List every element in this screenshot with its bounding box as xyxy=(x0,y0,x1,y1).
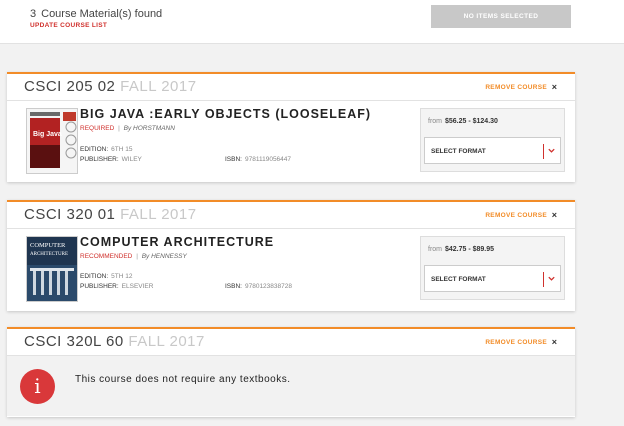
course-header: CSCI 320L 60 FALL 2017 REMOVE COURSE × xyxy=(7,329,575,356)
publisher-field: PUBLISHER: WILEY xyxy=(80,156,142,163)
book-title: BIG JAVA :EARLY OBJECTS (LOOSELEAF) xyxy=(80,107,372,121)
isbn-field: ISBN: 9780123838728 xyxy=(225,283,292,290)
isbn-value: 9780123838728 xyxy=(244,283,292,290)
course-term: FALL 2017 xyxy=(120,78,197,95)
book-item: COMPUTER ARCHITECTURE COMPUTER ARCHITECT… xyxy=(7,229,575,311)
select-format-dropdown[interactable]: SELECT FORMAT xyxy=(424,265,561,292)
book-item: Big Java BIG JAVA :EARLY OBJECTS (LOOSEL… xyxy=(7,101,575,183)
results-count-label: Course Material(s) found xyxy=(41,8,163,20)
isbn-label: ISBN: xyxy=(225,283,242,290)
publisher-label: PUBLISHER: xyxy=(80,283,119,290)
publisher-label: PUBLISHER: xyxy=(80,156,119,163)
requirement-line: REQUIRED | By HORSTMANN xyxy=(80,125,175,132)
isbn-label: ISBN: xyxy=(225,156,242,163)
cover-subtitle: ARCHITECTURE xyxy=(30,252,68,257)
publisher-value: ELSEVIER xyxy=(121,283,154,290)
publisher-field: PUBLISHER: ELSEVIER xyxy=(80,283,153,290)
edition-field: EDITION: 6TH 15 xyxy=(80,146,133,153)
price-prefix: from xyxy=(428,118,442,125)
results-header: 3 Course Material(s) found UPDATE COURSE … xyxy=(0,0,624,44)
close-icon[interactable]: × xyxy=(552,337,557,347)
price-range: from $42.75 - $89.95 xyxy=(428,246,494,253)
course-header: CSCI 205 02 FALL 2017 REMOVE COURSE × xyxy=(7,74,575,101)
dropdown-divider xyxy=(543,272,544,287)
info-icon: i xyxy=(20,369,55,404)
course-term: FALL 2017 xyxy=(120,206,197,223)
course-card: CSCI 320 01 FALL 2017 REMOVE COURSE × CO… xyxy=(7,200,575,311)
results-count-number: 3 xyxy=(30,8,37,20)
results-count: 3 Course Material(s) found xyxy=(30,8,162,20)
course-card: CSCI 205 02 FALL 2017 REMOVE COURSE × Bi… xyxy=(7,72,575,182)
update-course-list-link[interactable]: UPDATE COURSE LIST xyxy=(30,22,107,29)
course-header: CSCI 320 01 FALL 2017 REMOVE COURSE × xyxy=(7,202,575,229)
separator: | xyxy=(118,125,120,132)
edition-field: EDITION: 5TH 12 xyxy=(80,273,133,280)
edition-label: EDITION: xyxy=(80,146,109,153)
book-title: COMPUTER ARCHITECTURE xyxy=(80,235,275,249)
chevron-down-icon[interactable] xyxy=(547,274,556,283)
edition-label: EDITION: xyxy=(80,273,109,280)
book-author: By HORSTMANN xyxy=(123,125,175,132)
course-term: FALL 2017 xyxy=(128,333,205,350)
course-title: CSCI 205 02 FALL 2017 xyxy=(24,78,197,95)
course-code: CSCI 320L xyxy=(24,333,102,350)
price-prefix: from xyxy=(428,246,442,253)
course-code: CSCI 320 xyxy=(24,206,94,223)
course-title: CSCI 320 01 FALL 2017 xyxy=(24,206,197,223)
no-textbooks-notice: i This course does not require any textb… xyxy=(7,356,575,416)
course-code: CSCI 205 xyxy=(24,78,94,95)
course-section: 02 xyxy=(97,78,116,95)
price-amount: $56.25 - $124.30 xyxy=(445,118,498,125)
notice-message: This course does not require any textboo… xyxy=(75,374,291,385)
course-card: CSCI 320L 60 FALL 2017 REMOVE COURSE × i… xyxy=(7,327,575,417)
select-format-label: SELECT FORMAT xyxy=(431,276,486,283)
separator: | xyxy=(136,253,138,260)
remove-course-link[interactable]: REMOVE COURSE xyxy=(485,212,547,219)
select-format-dropdown[interactable]: SELECT FORMAT xyxy=(424,137,561,164)
edition-value: 5TH 12 xyxy=(111,273,133,280)
book-author: By HENNESSY xyxy=(141,253,187,260)
dropdown-divider xyxy=(543,144,544,159)
course-title: CSCI 320L 60 FALL 2017 xyxy=(24,333,205,350)
course-section: 01 xyxy=(97,206,116,223)
publisher-value: WILEY xyxy=(121,156,142,163)
close-icon[interactable]: × xyxy=(552,82,557,92)
cover-title: COMPUTER xyxy=(30,242,66,249)
select-format-label: SELECT FORMAT xyxy=(431,148,486,155)
price-box: from $56.25 - $124.30 SELECT FORMAT xyxy=(420,108,565,172)
chevron-down-icon[interactable] xyxy=(547,146,556,155)
requirement-line: RECOMMENDED | By HENNESSY xyxy=(80,253,187,260)
book-cover-image[interactable]: COMPUTER ARCHITECTURE xyxy=(26,236,78,302)
price-amount: $42.75 - $89.95 xyxy=(445,246,495,253)
price-range: from $56.25 - $124.30 xyxy=(428,118,498,125)
cover-title: Big Java xyxy=(33,131,62,138)
edition-value: 6TH 15 xyxy=(111,146,133,153)
course-section: 60 xyxy=(106,333,124,350)
requirement-status: REQUIRED xyxy=(80,125,115,132)
requirement-status: RECOMMENDED xyxy=(80,253,133,260)
isbn-field: ISBN: 9781119056447 xyxy=(225,156,291,163)
price-box: from $42.75 - $89.95 SELECT FORMAT xyxy=(420,236,565,300)
no-items-selected-button[interactable]: NO ITEMS SELECTED xyxy=(431,5,571,28)
close-icon[interactable]: × xyxy=(552,210,557,220)
isbn-value: 9781119056447 xyxy=(244,156,292,163)
remove-course-link[interactable]: REMOVE COURSE xyxy=(485,339,547,346)
remove-course-link[interactable]: REMOVE COURSE xyxy=(485,84,547,91)
book-cover-image[interactable]: Big Java xyxy=(26,108,78,174)
